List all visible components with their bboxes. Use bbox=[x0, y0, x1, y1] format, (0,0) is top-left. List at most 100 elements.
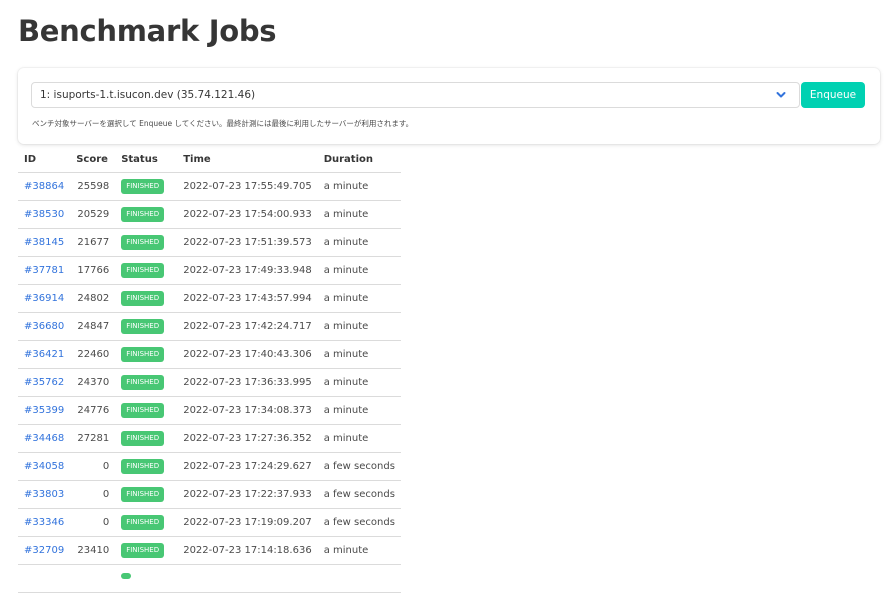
status-badge: FINISHED bbox=[121, 207, 165, 222]
table-row: #36421 22460 FINISHED 2022-07-23 17:40:43.3… bbox=[18, 340, 401, 369]
column-header-time: Time bbox=[177, 146, 318, 173]
job-duration: a minute bbox=[317, 536, 401, 565]
job-status-cell: FINISHED bbox=[115, 172, 178, 201]
status-badge: FINISHED bbox=[121, 431, 165, 446]
job-id-cell: #36421 bbox=[18, 340, 71, 369]
column-header-duration: Duration bbox=[317, 146, 401, 173]
job-time: 2022-07-23 17:40:43.306 bbox=[177, 340, 318, 369]
job-duration: a minute bbox=[317, 368, 401, 397]
status-badge: FINISHED bbox=[121, 515, 165, 530]
status-badge: FINISHED bbox=[121, 375, 165, 390]
job-time: 2022-07-23 17:43:57.994 bbox=[177, 284, 318, 313]
job-status-cell: FINISHED bbox=[115, 200, 178, 229]
job-id-cell: #36914 bbox=[18, 284, 71, 313]
chevron-down-icon bbox=[776, 92, 786, 98]
status-badge: FINISHED bbox=[121, 459, 165, 474]
job-id-cell: #34058 bbox=[18, 452, 71, 481]
status-badge: FINISHED bbox=[121, 403, 165, 418]
job-status-cell: FINISHED bbox=[115, 452, 178, 481]
job-time: 2022-07-23 17:27:36.352 bbox=[177, 424, 318, 453]
job-id-link[interactable]: #33803 bbox=[24, 489, 64, 500]
job-id-link[interactable]: #36914 bbox=[24, 293, 64, 304]
job-id-cell: #36680 bbox=[18, 312, 71, 341]
job-id-cell: #38145 bbox=[18, 228, 71, 257]
table-row: #36914 24802 FINISHED 2022-07-23 17:43:57.9… bbox=[18, 284, 401, 313]
enqueue-button[interactable]: Enqueue bbox=[801, 82, 865, 108]
job-status-cell: FINISHED bbox=[115, 312, 178, 341]
table-row: #35762 24370 FINISHED 2022-07-23 17:36:33.9… bbox=[18, 368, 401, 397]
server-select[interactable]: 1: isuports-1.t.isucon.dev (35.74.121.46… bbox=[31, 82, 800, 108]
job-score: 17766 bbox=[70, 256, 116, 285]
column-header-score: Score bbox=[70, 146, 116, 173]
job-score: 0 bbox=[70, 480, 116, 509]
status-badge: FINISHED bbox=[121, 235, 165, 250]
job-id-link[interactable]: #32709 bbox=[24, 545, 64, 556]
job-id-link[interactable]: #36421 bbox=[24, 349, 64, 360]
job-id-link[interactable]: #35762 bbox=[24, 377, 64, 388]
table-row: #33803 0 FINISHED 2022-07-23 17:22:37.933 a … bbox=[18, 480, 401, 509]
job-time: 2022-07-23 17:34:08.373 bbox=[177, 396, 318, 425]
table-row: #38864 25598 FINISHED 2022-07-23 17:55:49.7… bbox=[18, 172, 401, 201]
job-id-link[interactable]: #34468 bbox=[24, 433, 64, 444]
job-status-cell: FINISHED bbox=[115, 284, 178, 313]
job-duration: a minute bbox=[317, 396, 401, 425]
jobs-table-body: #38864 25598 FINISHED 2022-07-23 17:55:49.7… bbox=[18, 172, 401, 593]
table-row: #33346 0 FINISHED 2022-07-23 17:19:09.207 a … bbox=[18, 508, 401, 537]
status-badge: FINISHED bbox=[121, 263, 165, 278]
job-id-cell: #33803 bbox=[18, 480, 71, 509]
job-score: 24847 bbox=[70, 312, 116, 341]
column-header-status: Status bbox=[115, 146, 178, 173]
table-row: #32709 23410 FINISHED 2022-07-23 17:14:18.6… bbox=[18, 536, 401, 565]
job-score: 21677 bbox=[70, 228, 116, 257]
table-header-row: ID Score Status Time Duration bbox=[18, 146, 401, 173]
job-status-cell: FINISHED bbox=[115, 228, 178, 257]
job-status-cell: FINISHED bbox=[115, 480, 178, 509]
job-id-cell: #38530 bbox=[18, 200, 71, 229]
job-score: 22460 bbox=[70, 340, 116, 369]
table-row: #34058 0 FINISHED 2022-07-23 17:24:29.627 a … bbox=[18, 452, 401, 481]
job-duration: a minute bbox=[317, 312, 401, 341]
enqueue-panel: 1: isuports-1.t.isucon.dev (35.74.121.46… bbox=[18, 68, 880, 144]
job-score: 25598 bbox=[70, 172, 116, 201]
job-time: 2022-07-23 17:14:18.636 bbox=[177, 536, 318, 565]
job-duration: a minute bbox=[317, 256, 401, 285]
job-time: 2022-07-23 17:55:49.705 bbox=[177, 172, 318, 201]
job-id-link[interactable]: #33346 bbox=[24, 517, 64, 528]
status-badge: FINISHED bbox=[121, 487, 165, 502]
job-score: 23410 bbox=[70, 536, 116, 565]
table-row-partial bbox=[18, 564, 401, 593]
job-id-cell: #35399 bbox=[18, 396, 71, 425]
job-time: 2022-07-23 17:42:24.717 bbox=[177, 312, 318, 341]
table-row: #35399 24776 FINISHED 2022-07-23 17:34:08.3… bbox=[18, 396, 401, 425]
job-id-link[interactable]: #38864 bbox=[24, 181, 64, 192]
table-row: #38145 21677 FINISHED 2022-07-23 17:51:39.5… bbox=[18, 228, 401, 257]
job-id-link[interactable]: #38145 bbox=[24, 237, 64, 248]
job-status-cell: FINISHED bbox=[115, 508, 178, 537]
status-badge: FINISHED bbox=[121, 179, 165, 194]
job-status-cell: FINISHED bbox=[115, 396, 178, 425]
job-duration: a minute bbox=[317, 228, 401, 257]
job-duration: a few seconds bbox=[317, 452, 401, 481]
job-id-link[interactable]: #38530 bbox=[24, 209, 64, 220]
job-id-link[interactable]: #35399 bbox=[24, 405, 64, 416]
job-duration: a minute bbox=[317, 172, 401, 201]
column-header-id: ID bbox=[18, 146, 71, 173]
job-id-link[interactable]: #34058 bbox=[24, 461, 64, 472]
job-time: 2022-07-23 17:22:37.933 bbox=[177, 480, 318, 509]
status-badge: FINISHED bbox=[121, 291, 165, 306]
job-duration: a minute bbox=[317, 340, 401, 369]
server-select-value: 1: isuports-1.t.isucon.dev (35.74.121.46… bbox=[40, 89, 256, 101]
job-id-link[interactable]: #37781 bbox=[24, 265, 64, 276]
job-score: 24370 bbox=[70, 368, 116, 397]
job-duration: a minute bbox=[317, 284, 401, 313]
job-id-link[interactable]: #36680 bbox=[24, 321, 64, 332]
table-row: #34468 27281 FINISHED 2022-07-23 17:27:36.3… bbox=[18, 424, 401, 453]
jobs-table: ID Score Status Time Duration #38864 2559… bbox=[18, 146, 401, 593]
page-title: Benchmark Jobs bbox=[18, 14, 277, 48]
job-status-cell: FINISHED bbox=[115, 368, 178, 397]
job-duration: a minute bbox=[317, 424, 401, 453]
table-row: #38530 20529 FINISHED 2022-07-23 17:54:00.9… bbox=[18, 200, 401, 229]
job-score: 27281 bbox=[70, 424, 116, 453]
job-status-cell: FINISHED bbox=[115, 340, 178, 369]
table-row: #37781 17766 FINISHED 2022-07-23 17:49:33.9… bbox=[18, 256, 401, 285]
